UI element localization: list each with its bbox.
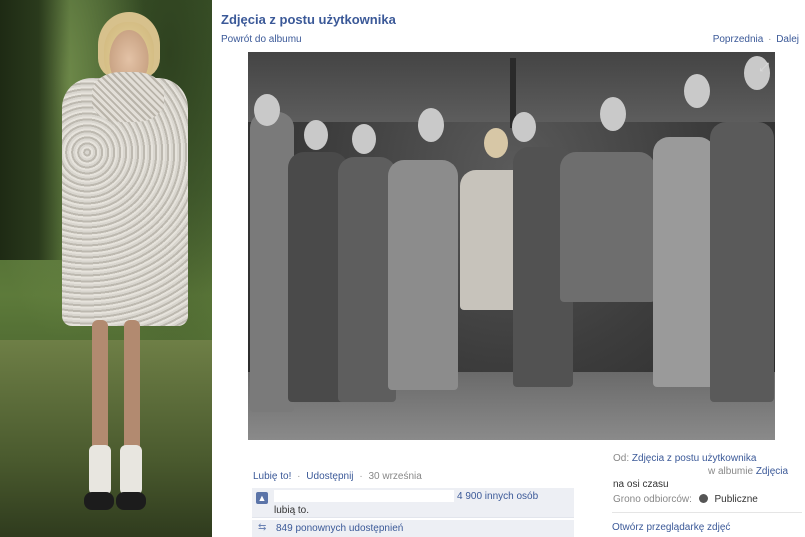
photo-model-leg (92, 320, 108, 460)
meta-album: w albumie Zdjęcia (708, 466, 788, 477)
globe-icon (698, 494, 708, 503)
main-photo[interactable]: ⤢ (248, 52, 775, 440)
thumbs-up-icon: ▲ (256, 492, 268, 504)
from-link[interactable]: Zdjęcia z postu użytkownika (632, 453, 757, 464)
open-photo-viewer-link[interactable]: Otwórz przeglądarkę zdjęć (612, 522, 730, 533)
share-icon: ⇆ (258, 522, 267, 533)
photo-figure-head (418, 108, 444, 142)
from-label: Od: (613, 453, 630, 464)
photo-figure-head (254, 94, 280, 126)
photo-figure (560, 152, 655, 302)
like-link[interactable]: Lubię to! (253, 471, 291, 482)
photo-model-sock (89, 445, 111, 495)
photo-figure-head (352, 124, 376, 154)
photo-figure (388, 160, 458, 390)
photo-model-shoe (116, 492, 146, 510)
meta-viewer: Otwórz przeglądarkę zdjęć (612, 522, 730, 533)
redacted-names (274, 490, 454, 502)
photo-navigation: Poprzednia · Dalej (713, 34, 799, 45)
album-link[interactable]: Zdjęcia (756, 466, 788, 477)
fashion-photo (0, 0, 212, 537)
photo-figure (710, 122, 774, 402)
photo-model-sock (120, 445, 142, 495)
meta-divider (612, 512, 802, 513)
photo-figure-head (600, 97, 626, 131)
photo-tree-trunk (0, 0, 70, 260)
photo-model-shoe (84, 492, 114, 510)
shares-summary: ⇆ 849 ponownych udostępnień (252, 520, 574, 537)
action-separator: · (359, 471, 363, 482)
previous-photo-link[interactable]: Poprzednia (713, 34, 764, 45)
audience-label: Grono odbiorców: (613, 494, 692, 505)
likes-count-link[interactable]: 4 900 innych osób (457, 491, 538, 502)
photo-figure-head (684, 74, 710, 108)
shares-count-link[interactable]: 849 ponownych udostępnień (276, 523, 403, 534)
next-photo-link[interactable]: Dalej (776, 34, 799, 45)
audience-value[interactable]: Publiczne (715, 494, 758, 505)
action-separator: · (297, 471, 301, 482)
photo-figure-head (304, 120, 328, 150)
photo-figure-head (512, 112, 536, 142)
back-to-album-link[interactable]: Powrót do albumu (221, 34, 302, 45)
photo-model-leg (124, 320, 140, 460)
share-link[interactable]: Udostępnij (306, 471, 353, 482)
photo-model-collar (92, 72, 164, 122)
likes-tail-text: lubią to. (274, 505, 310, 516)
album-prefix: w albumie (708, 466, 754, 477)
photo-figure-head (484, 128, 508, 158)
nav-separator: · (768, 34, 772, 45)
meta-from: Od: Zdjęcia z postu użytkownika (613, 453, 756, 464)
page-title[interactable]: Zdjęcia z postu użytkownika (221, 12, 396, 27)
likes-summary: ▲ 4 900 innych osób lubią to. (252, 488, 574, 518)
meta-audience: Grono odbiorców: Publiczne (613, 494, 758, 505)
post-date[interactable]: 30 września (368, 471, 421, 482)
expand-icon[interactable]: ⤢ (759, 60, 769, 75)
photo-actions: Lubię to! · Udostępnij · 30 września (253, 471, 422, 482)
meta-album-tail: na osi czasu (613, 479, 669, 490)
album-tail: na osi czasu (613, 479, 669, 490)
photo-figure (653, 137, 715, 387)
